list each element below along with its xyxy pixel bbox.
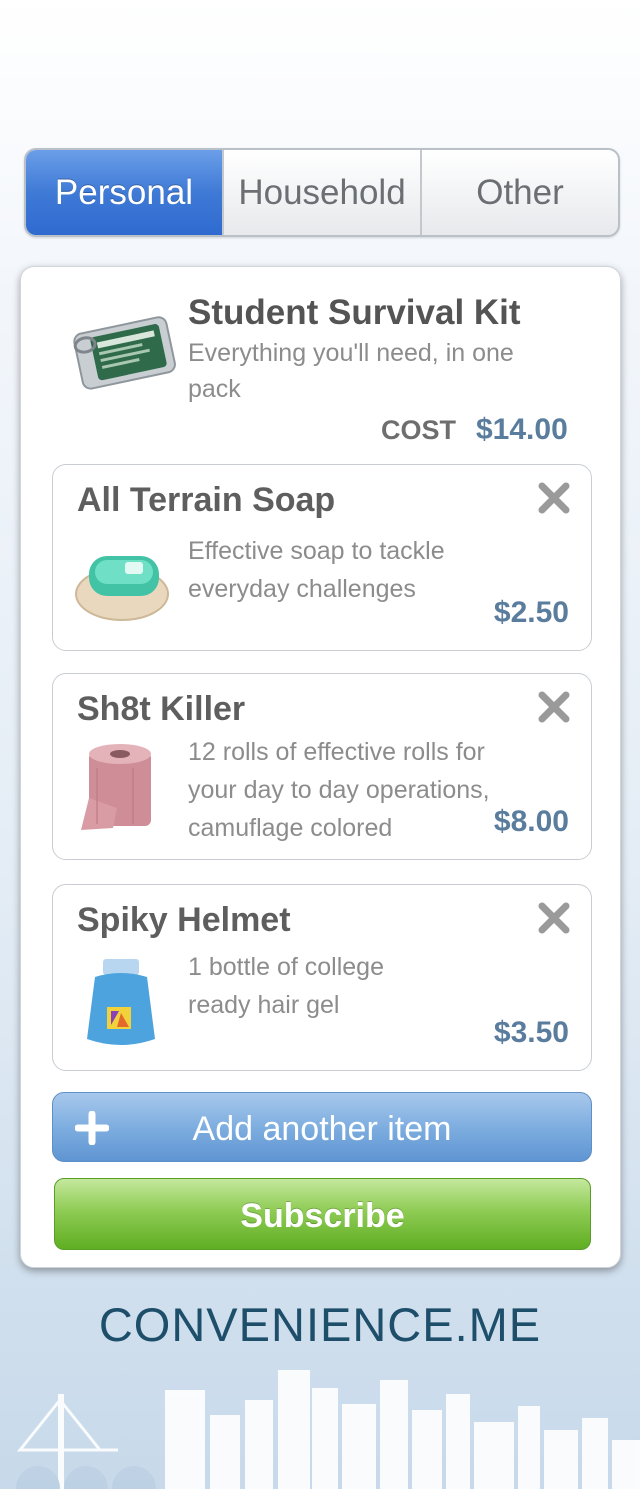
- item-price: $8.00: [493, 805, 569, 838]
- toilet-paper-roll-icon: [81, 744, 151, 830]
- item-price: $3.50: [493, 1016, 569, 1049]
- subscribe-button[interactable]: Subscribe: [54, 1178, 591, 1250]
- soap-bar-icon: [75, 556, 169, 621]
- tab-other[interactable]: Other: [422, 150, 618, 235]
- list-item: All Terrain Soap Effective soap to tackl…: [52, 464, 592, 651]
- item-title: All Terrain Soap: [77, 481, 336, 519]
- kit-card: Student Survival Kit Everything you'll n…: [20, 266, 621, 1268]
- add-item-button[interactable]: Add another item: [52, 1092, 592, 1162]
- close-icon[interactable]: [535, 688, 573, 726]
- item-price: $2.50: [493, 596, 569, 629]
- cost-value: $14.00: [476, 413, 568, 446]
- hair-gel-bottle-icon: [87, 959, 155, 1045]
- list-item: Spiky Helmet 1 bottle of college ready h…: [52, 884, 592, 1071]
- close-icon[interactable]: [535, 899, 573, 937]
- tab-personal[interactable]: Personal: [26, 150, 224, 235]
- item-description: 1 bottle of college ready hair gel: [188, 953, 384, 1019]
- cost-label: COST: [381, 415, 457, 445]
- survival-kit-tin-icon: [73, 316, 176, 390]
- kit-description: Everything you'll need, in one pack: [188, 339, 514, 403]
- item-title: Spiky Helmet: [77, 901, 291, 939]
- category-tabs: Personal Household Other: [24, 148, 620, 237]
- kit-title: Student Survival Kit: [188, 293, 521, 332]
- item-description: 12 rolls of effective rolls for your day…: [188, 738, 490, 842]
- brand-logo: CONVENIENCE.ME: [98, 1298, 542, 1351]
- close-icon[interactable]: [535, 479, 573, 517]
- city-skyline-illustration: [16, 1370, 640, 1489]
- item-description: Effective soap to tackle everyday challe…: [188, 537, 445, 603]
- list-item: Sh8t Killer 12 rolls of effective rolls …: [52, 673, 592, 860]
- add-item-label: Add another item: [192, 1110, 452, 1148]
- item-title: Sh8t Killer: [77, 690, 246, 728]
- tab-household[interactable]: Household: [224, 150, 422, 235]
- subscribe-label: Subscribe: [240, 1197, 405, 1235]
